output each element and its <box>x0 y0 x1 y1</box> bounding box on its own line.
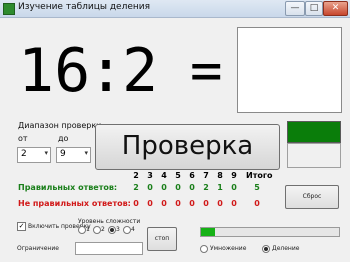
range-from-label: от <box>18 134 28 143</box>
difficulty-label: Уровень сложности <box>78 218 141 225</box>
stats-header-cell: 4 <box>161 171 167 180</box>
range-to-select[interactable]: 9 ▾ <box>56 147 91 163</box>
stats-header-cell: 9 <box>231 171 237 180</box>
correct-count-total: 5 <box>254 183 260 192</box>
wrong-count-cell: 0 <box>231 199 237 208</box>
maximize-button[interactable]: □ <box>305 1 323 16</box>
progress-fill <box>201 228 215 236</box>
wrong-count-cell: 0 <box>189 199 195 208</box>
chevron-down-icon: ▾ <box>44 149 48 157</box>
stats-header-cell: 7 <box>203 171 209 180</box>
checkmark-icon: ✓ <box>18 222 25 230</box>
stop-button[interactable]: стоп <box>147 227 177 251</box>
range-from-value: 2 <box>21 149 27 159</box>
chevron-down-icon: ▾ <box>84 149 88 157</box>
range-from-select[interactable]: 2 ▾ <box>17 147 51 163</box>
window-title: Изучение таблицы деления <box>18 2 151 12</box>
correct-answers-label: Правильных ответов: <box>18 183 118 192</box>
correct-count-cell: 0 <box>175 183 181 192</box>
stats-header-cell: 8 <box>217 171 223 180</box>
divisor-display: 2 <box>122 36 159 106</box>
mode-multiply-radio[interactable] <box>200 245 208 253</box>
difficulty-level-label: 1 <box>86 226 90 233</box>
result-indicator <box>287 121 341 143</box>
progress-bar <box>200 227 340 237</box>
difficulty-radio-3[interactable] <box>108 226 116 234</box>
wrong-answers-label: Не правильных ответов: <box>18 199 131 208</box>
reset-button[interactable]: Сброс <box>285 185 339 209</box>
range-heading: Диапазон проверки <box>18 121 102 130</box>
correct-count-cell: 0 <box>147 183 153 192</box>
correct-count-cell: 2 <box>203 183 209 192</box>
correct-count-cell: 0 <box>189 183 195 192</box>
main-window: Изучение таблицы деления — □ ✕ 16 : 2 = … <box>0 0 350 262</box>
wrong-count-cell: 0 <box>133 199 139 208</box>
minimize-button[interactable]: — <box>285 1 305 16</box>
stats-header-cell: 2 <box>133 171 139 180</box>
difficulty-level-label: 2 <box>101 226 105 233</box>
difficulty-level-label: 4 <box>131 226 135 233</box>
wrong-count-cell: 0 <box>161 199 167 208</box>
mode-multiply-label: Умножение <box>210 245 247 252</box>
answer-input[interactable] <box>237 27 342 113</box>
equals-sign: = <box>190 39 223 102</box>
wrong-count-cell: 0 <box>175 199 181 208</box>
difficulty-radio-2[interactable] <box>93 226 101 234</box>
wrong-count-cell: 0 <box>203 199 209 208</box>
result-panel <box>287 143 341 168</box>
dividend-display: 16 <box>18 36 91 106</box>
difficulty-radio-1[interactable] <box>78 226 86 234</box>
correct-count-cell: 1 <box>217 183 223 192</box>
difficulty-radio-4[interactable] <box>123 226 131 234</box>
check-button[interactable]: Проверка <box>95 124 280 170</box>
stats-header-total: Итого <box>246 171 273 180</box>
limit-label: Ограничение <box>17 245 59 252</box>
range-to-value: 9 <box>60 149 66 159</box>
difficulty-level-label: 3 <box>116 226 120 233</box>
correct-count-cell: 0 <box>161 183 167 192</box>
close-button[interactable]: ✕ <box>323 1 348 16</box>
correct-count-cell: 0 <box>231 183 237 192</box>
stats-header-cell: 5 <box>175 171 181 180</box>
title-bar: Изучение таблицы деления — □ ✕ <box>0 0 350 18</box>
stats-header-cell: 6 <box>189 171 195 180</box>
limit-input[interactable] <box>75 242 143 255</box>
divide-sign: : <box>88 36 125 106</box>
mode-divide-radio[interactable] <box>262 245 270 253</box>
wrong-count-cell: 0 <box>147 199 153 208</box>
correct-count-cell: 2 <box>133 183 139 192</box>
wrong-count-cell: 0 <box>217 199 223 208</box>
stats-header-cell: 3 <box>147 171 153 180</box>
wrong-count-total: 0 <box>254 199 260 208</box>
range-to-label: до <box>58 134 69 143</box>
app-icon <box>3 3 15 15</box>
mode-divide-label: Деление <box>272 245 300 252</box>
check-mode-checkbox[interactable]: ✓ <box>17 222 26 231</box>
